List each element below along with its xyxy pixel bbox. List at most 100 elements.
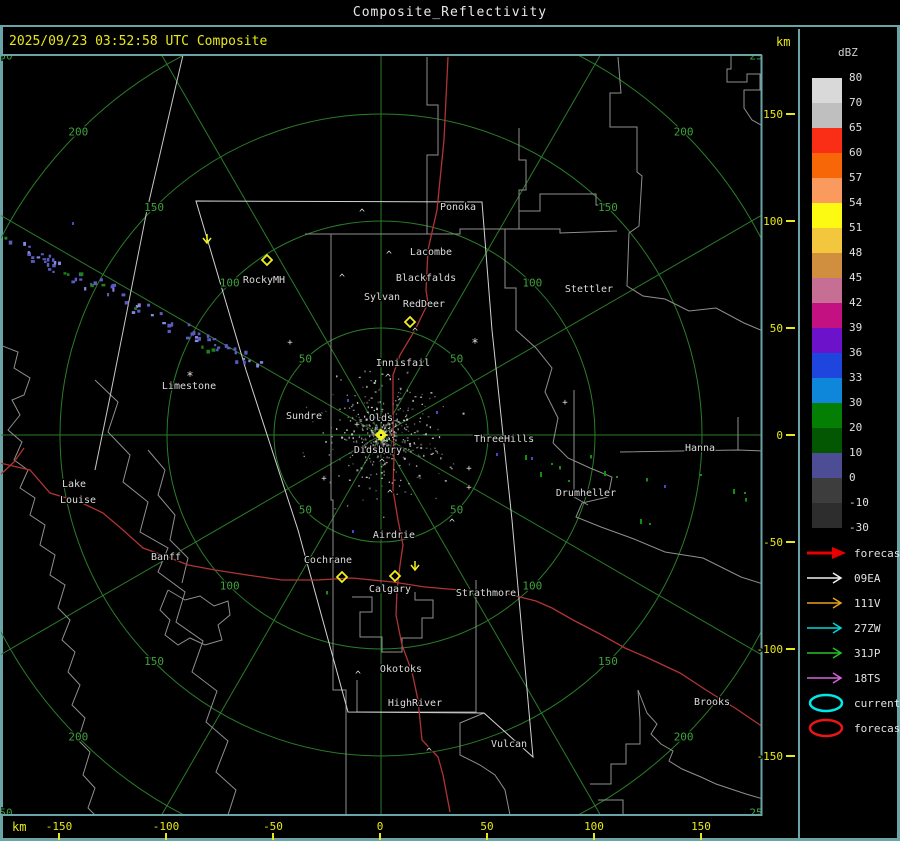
echo-pixel <box>217 346 221 349</box>
colorbar-swatch <box>812 78 842 103</box>
clutter-pixel <box>374 440 377 443</box>
echo-pixel <box>590 455 592 459</box>
city-label: Brooks <box>694 697 730 708</box>
clutter-pixel <box>361 437 363 440</box>
clutter-pixel <box>362 386 364 388</box>
clutter-pixel <box>368 487 371 490</box>
legend-track-row: forecast <box>804 542 900 564</box>
boundary-line <box>352 592 434 653</box>
clutter-pixel <box>407 407 410 410</box>
azimuth-line <box>161 434 382 814</box>
timestamp: 2025/09/23 03:52:58 UTC Composite <box>9 34 268 49</box>
clutter-pixel <box>370 460 372 463</box>
legend-track-label: forecast <box>854 546 900 560</box>
clutter-pixel <box>391 428 393 430</box>
clutter-pixel <box>344 432 346 434</box>
echo-pixel <box>162 322 166 325</box>
clutter-pixel <box>399 407 402 410</box>
echo-pixel <box>170 322 174 326</box>
clutter-pixel <box>421 403 423 406</box>
city-label: Calgary <box>369 584 411 595</box>
echo-pixel <box>74 277 78 282</box>
station-symbol: + <box>321 474 327 484</box>
clutter-pixel <box>450 468 453 470</box>
echo-pixel <box>44 260 47 263</box>
colorbar-swatch <box>812 128 842 153</box>
city-label: Vulcan <box>491 739 527 750</box>
range-ring-label: 100 <box>522 579 542 592</box>
city-label: Sundre <box>286 411 322 422</box>
station-symbol: * <box>471 336 478 350</box>
clutter-pixel <box>393 469 395 471</box>
echo-pixel <box>733 489 735 494</box>
colorbar-swatch <box>812 153 842 178</box>
clutter-pixel <box>395 470 397 473</box>
clutter-pixel <box>331 436 333 438</box>
clutter-pixel <box>402 419 405 422</box>
echo-pixel <box>649 523 651 525</box>
clutter-pixel <box>397 409 400 411</box>
clutter-pixel <box>383 516 385 518</box>
radar-map-layers: 50 50 50 50 100 100 100 100 150 150 150 150 200 200 20… <box>0 56 761 819</box>
clutter-pixel <box>376 424 378 426</box>
echo-pixel <box>559 466 561 470</box>
city-label: Louise <box>60 495 96 506</box>
window-title: Composite_Reflectivity <box>352 5 548 20</box>
city-label: Sylvan <box>364 292 400 303</box>
clutter-pixel <box>397 428 399 431</box>
clutter-pixel <box>381 477 383 479</box>
right-axis-unit: km <box>776 35 791 49</box>
y-axis-tick-label: -100 <box>757 643 784 656</box>
clutter-pixel <box>462 412 465 415</box>
clutter-pixel <box>434 435 437 437</box>
clutter-pixel <box>349 420 352 422</box>
radar-map[interactable]: 50 50 50 50 100 100 100 100 150 150 150 150 200 200 20… <box>0 0 798 841</box>
station-symbol: + <box>466 483 472 493</box>
clutter-pixel <box>403 427 406 430</box>
clutter-pixel <box>407 439 409 442</box>
clutter-pixel <box>358 485 361 487</box>
clutter-pixel <box>408 483 410 485</box>
clutter-pixel <box>440 457 442 460</box>
clutter-pixel <box>338 408 341 410</box>
legend-track-label: 27ZW <box>854 621 881 635</box>
echo-pixel <box>540 472 542 477</box>
clutter-pixel <box>381 485 383 487</box>
colorbar-swatch <box>812 328 842 353</box>
clutter-pixel <box>356 441 358 444</box>
clutter-pixel <box>371 427 374 429</box>
range-ring-label: 200 <box>674 731 694 744</box>
echo-pixel <box>27 251 30 254</box>
echo-pixel <box>47 268 52 271</box>
boundary-line <box>305 228 618 235</box>
clutter-pixel <box>348 436 350 439</box>
echo-pixel <box>8 240 13 245</box>
aircraft-marker-dot <box>380 434 382 436</box>
sector-edge-line <box>94 56 184 471</box>
range-ring-label: 250 <box>0 806 13 819</box>
clutter-pixel <box>441 453 443 455</box>
boundary-line <box>590 689 641 785</box>
clutter-pixel <box>416 430 419 433</box>
clutter-pixel <box>413 431 416 434</box>
clutter-pixel <box>413 423 416 426</box>
clutter-pixel <box>379 388 382 391</box>
clutter-pixel <box>424 405 426 408</box>
echo-pixel <box>137 309 141 313</box>
clutter-pixel <box>421 393 423 396</box>
peak-symbol: ^ <box>379 458 385 469</box>
clutter-pixel <box>394 431 396 434</box>
azimuth-line <box>161 56 382 436</box>
clutter-pixel <box>328 454 330 456</box>
clutter-pixel <box>334 508 337 510</box>
echo-pixel <box>192 331 196 335</box>
clutter-pixel <box>409 442 412 445</box>
clutter-pixel <box>345 429 348 431</box>
station-symbol: + <box>562 398 568 408</box>
echo-pixel <box>187 323 191 327</box>
clutter-pixel <box>391 429 393 432</box>
clutter-pixel <box>442 405 445 408</box>
echo-pixel <box>40 253 44 256</box>
echo-pixel <box>496 453 498 456</box>
azimuth-line <box>380 215 761 436</box>
